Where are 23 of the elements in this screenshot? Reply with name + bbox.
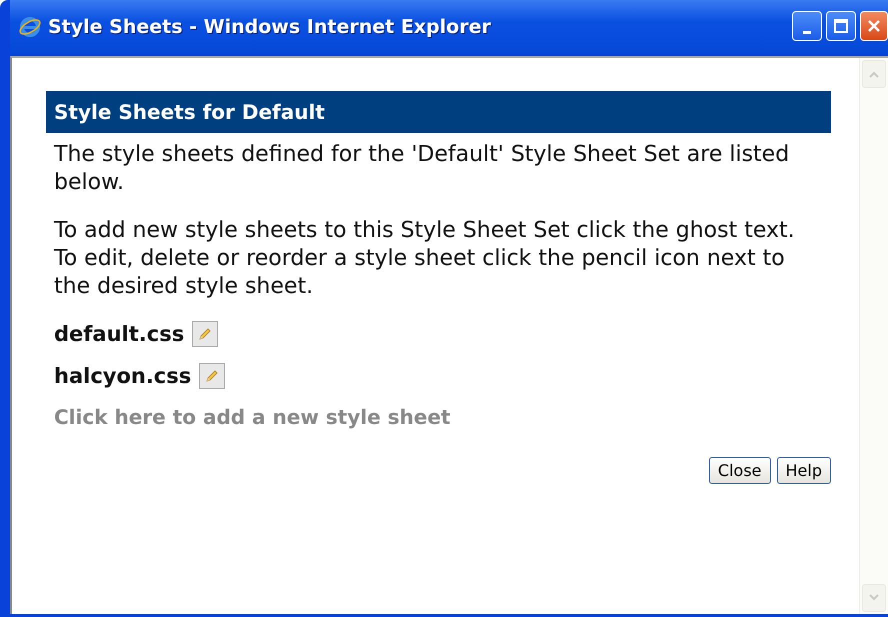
dialog-button[interactable]: Help (776, 457, 831, 484)
maximize-icon (833, 18, 849, 34)
close-icon (866, 18, 882, 34)
style-sheet-name: halcyon.css (54, 364, 192, 388)
pencil-icon[interactable] (192, 321, 218, 347)
chevron-up-icon (868, 70, 880, 78)
style-sheet-name: default.css (54, 322, 184, 346)
pencil-icon[interactable] (199, 363, 226, 389)
instruction-text: The style sheets defined for the 'Default' Style Sheet Set are listed below. (54, 141, 790, 197)
add-style-sheet-link[interactable]: Click here to add a new style sheet (54, 405, 859, 429)
minimize-icon (803, 30, 811, 34)
chevron-down-icon (868, 594, 880, 602)
scrollbar[interactable] (859, 58, 888, 614)
dialog-button[interactable]: Close (708, 457, 771, 484)
maximize-button[interactable] (826, 11, 856, 41)
window-title: Style Sheets - Windows Internet Explorer (48, 16, 492, 38)
instruction-text: To add new style sheets to this Style Sheet Set click the ghost text. To edit, delete or reorder a style sheet click the pencil icon next to the desired style sheet. (54, 217, 796, 301)
browser-logo-icon (18, 15, 42, 39)
minimize-button[interactable] (792, 11, 822, 41)
close-button[interactable] (860, 11, 888, 41)
section-heading: Style Sheets for Default (46, 91, 831, 133)
scroll-up-button[interactable] (862, 60, 886, 88)
scroll-down-button[interactable] (862, 584, 886, 612)
